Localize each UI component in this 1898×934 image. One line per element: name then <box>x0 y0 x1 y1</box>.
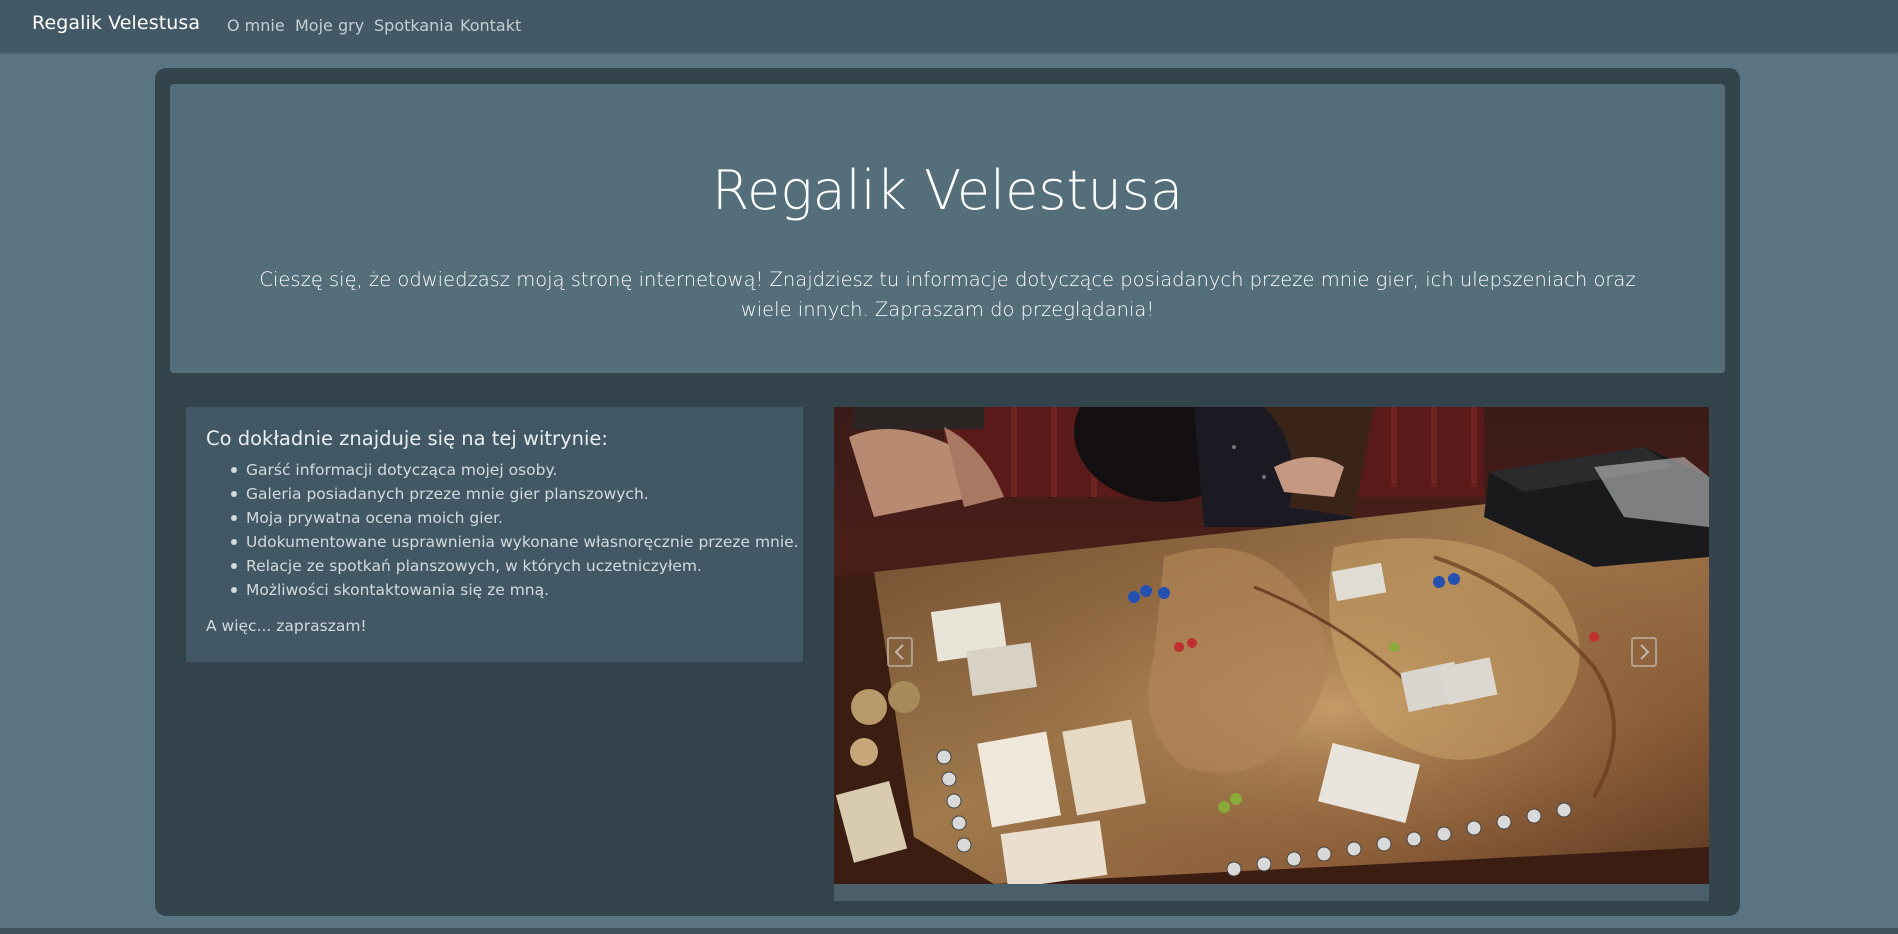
bullet-icon <box>231 515 237 521</box>
nav-link-o-mnie[interactable]: O mnie <box>227 16 285 35</box>
list-item: Garść informacji dotycząca mojej osoby. <box>206 458 799 482</box>
carousel-prev-button[interactable] <box>887 637 913 667</box>
bullet-icon <box>231 563 237 569</box>
main-container: Regalik Velestusa Cieszę się, że odwiedz… <box>155 68 1740 916</box>
list-item-text: Relacje ze spotkań planszowych, w któryc… <box>246 557 702 575</box>
bullet-icon <box>231 587 237 593</box>
bullet-icon <box>231 491 237 497</box>
hero-jumbotron: Regalik Velestusa Cieszę się, że odwiedz… <box>170 84 1725 373</box>
list-item-text: Udokumentowane usprawnienia wykonane wła… <box>246 533 799 551</box>
site-contents-card: Co dokładnie znajduje się na tej witryni… <box>186 407 803 662</box>
list-item-text: Galeria posiadanych przeze mnie gier pla… <box>246 485 649 503</box>
list-item: Galeria posiadanych przeze mnie gier pla… <box>206 482 799 506</box>
nav-link-moje-gry[interactable]: Moje gry <box>295 16 364 35</box>
nav-link-kontakt[interactable]: Kontakt <box>460 16 521 35</box>
site-contents-outro: A więc... zapraszam! <box>206 617 367 635</box>
list-item: Możliwości skontaktowania się ze mną. <box>206 578 799 602</box>
board-game-photo <box>834 407 1709 884</box>
nav-link-spotkania[interactable]: Spotkania <box>374 16 454 35</box>
site-contents-heading: Co dokładnie znajduje się na tej witryni… <box>206 427 608 450</box>
footer-bar <box>0 928 1898 934</box>
chevron-left-icon <box>894 644 904 660</box>
board-game-photo-image <box>834 407 1709 884</box>
list-item: Relacje ze spotkań planszowych, w któryc… <box>206 554 799 578</box>
list-item-text: Moja prywatna ocena moich gier. <box>246 509 503 527</box>
list-item: Udokumentowane usprawnienia wykonane wła… <box>206 530 799 554</box>
bullet-icon <box>231 539 237 545</box>
chevron-right-icon <box>1640 644 1650 660</box>
list-item-text: Garść informacji dotycząca mojej osoby. <box>246 461 558 479</box>
list-item-text: Możliwości skontaktowania się ze mną. <box>246 581 550 599</box>
navbar: Regalik Velestusa O mnie Moje gry Spotka… <box>0 0 1898 52</box>
hero-title: Regalik Velestusa <box>711 159 1184 222</box>
carousel-next-button[interactable] <box>1631 637 1657 667</box>
bullet-icon <box>231 467 237 473</box>
navbar-brand[interactable]: Regalik Velestusa <box>32 12 200 34</box>
site-contents-list: Garść informacji dotycząca mojej osoby. … <box>206 458 799 602</box>
list-item: Moja prywatna ocena moich gier. <box>206 506 799 530</box>
photo-carousel <box>834 407 1709 901</box>
hero-intro-text: Cieszę się, że odwiedzasz moją stronę in… <box>259 268 1636 321</box>
